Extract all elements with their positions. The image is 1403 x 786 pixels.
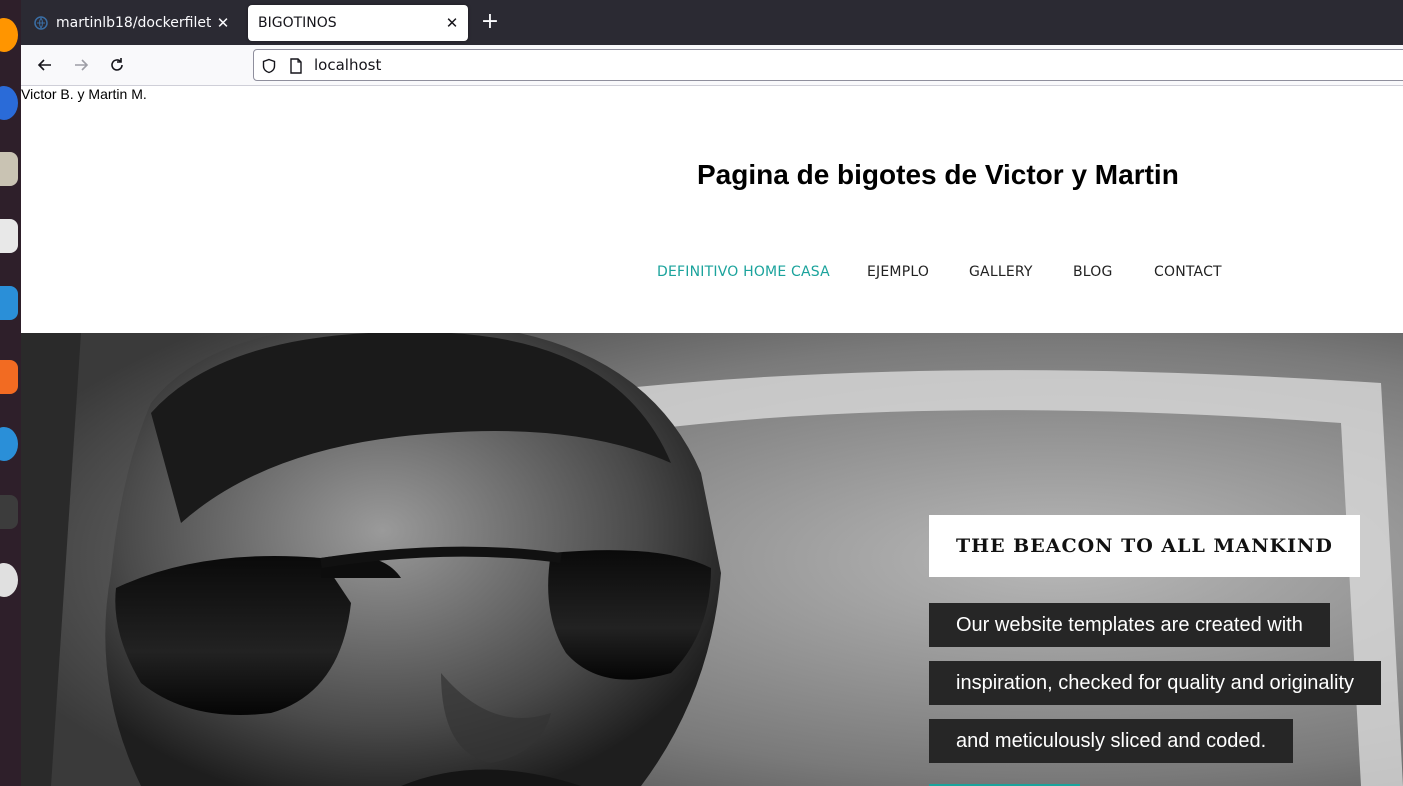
navigation-toolbar: localhost (21, 45, 1403, 86)
disc-dock-icon[interactable] (0, 563, 18, 597)
forward-arrow-icon[interactable] (65, 51, 97, 79)
files-dock-icon[interactable] (0, 152, 18, 186)
menu-item-definitivo-home-casa[interactable]: DEFINITIVO HOME CASA (657, 264, 830, 280)
tab-bigotinos[interactable]: BIGOTINOS ✕ (248, 5, 468, 41)
tab-dockerfile[interactable]: martinlb18/dockerfiletar ✕ (26, 5, 239, 41)
hero-heading-box: THE BEACON TO ALL MANKIND (929, 515, 1360, 577)
back-arrow-icon[interactable] (29, 51, 61, 79)
close-tab-icon[interactable]: ✕ (211, 11, 235, 35)
authors-text: Victor B. y Martin M. (21, 86, 147, 102)
document-dock-icon[interactable] (0, 219, 18, 253)
hero-tagline-line: and meticulously sliced and coded. (929, 719, 1293, 763)
menu-item-contact[interactable]: CONTACT (1154, 264, 1222, 280)
main-menu: DEFINITIVO HOME CASA EJEMPLO GALLERY BLO… (21, 264, 1403, 284)
reload-icon[interactable] (101, 51, 133, 79)
url-text[interactable]: localhost (314, 56, 381, 74)
hero-tagline-line: Our website templates are created with (929, 603, 1330, 647)
menu-item-blog[interactable]: BLOG (1073, 264, 1113, 280)
hero-tagline-line: inspiration, checked for quality and ori… (929, 661, 1381, 705)
url-bar[interactable]: localhost (253, 49, 1403, 81)
globe-icon (34, 16, 48, 30)
close-tab-icon[interactable]: ✕ (440, 11, 464, 35)
tab-title: martinlb18/dockerfiletar (56, 15, 211, 31)
menu-item-gallery[interactable]: GALLERY (969, 264, 1033, 280)
thunderbird-dock-icon[interactable] (0, 86, 18, 120)
hero-banner: THE BEACON TO ALL MANKIND Our website te… (21, 333, 1403, 786)
terminal-dock-icon[interactable] (0, 495, 18, 529)
menu-item-ejemplo[interactable]: EJEMPLO (867, 264, 929, 280)
software-dock-icon[interactable] (0, 360, 18, 394)
help-dock-icon[interactable] (0, 427, 18, 461)
shield-icon[interactable] (260, 57, 278, 75)
tab-title: BIGOTINOS (258, 15, 337, 31)
new-tab-plus-icon[interactable]: + (478, 10, 502, 34)
hero-heading: THE BEACON TO ALL MANKIND (956, 535, 1333, 557)
web-page: Victor B. y Martin M. Pagina de bigotes … (21, 86, 1403, 786)
page-icon[interactable] (287, 57, 305, 75)
ubuntu-dock (0, 0, 21, 786)
firefox-dock-icon[interactable] (0, 18, 18, 52)
tab-strip: martinlb18/dockerfiletar ✕ BIGOTINOS ✕ + (21, 0, 1403, 45)
writer-dock-icon[interactable] (0, 286, 18, 320)
site-title: Pagina de bigotes de Victor y Martin (697, 159, 1179, 190)
